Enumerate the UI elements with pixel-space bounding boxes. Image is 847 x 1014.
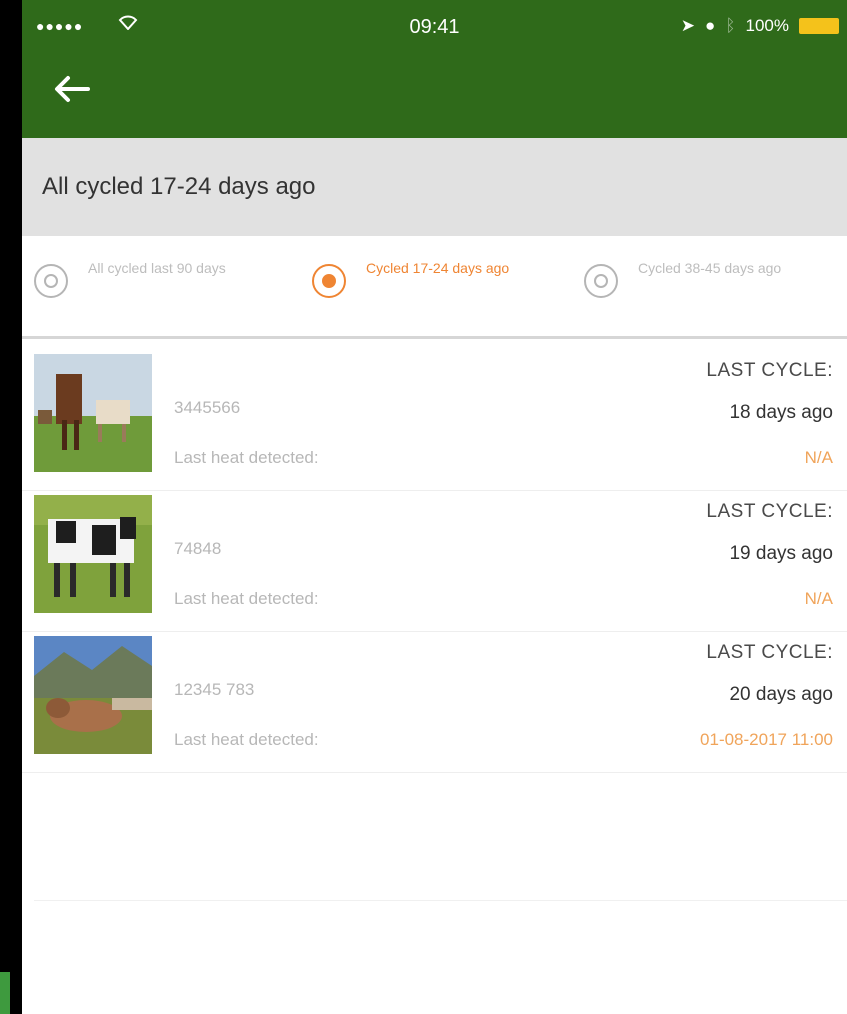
last-heat-label: Last heat detected:: [174, 730, 319, 749]
last-heat-value: 01-08-2017 11:00: [700, 730, 833, 749]
radio-selected-icon: [312, 264, 346, 298]
last-heat-label: Last heat detected:: [174, 448, 319, 467]
animal-list: 3445566 Last heat detected: LAST CYCLE: …: [22, 350, 847, 773]
last-cycle-value: 18 days ago: [729, 402, 833, 423]
filter-17-24-days[interactable]: Cycled 17-24 days ago: [312, 258, 536, 298]
last-cycle-value: 19 days ago: [729, 543, 833, 564]
radio-icon: [34, 264, 68, 298]
filter-38-45-days[interactable]: Cycled 38-45 days ago: [584, 258, 808, 298]
last-heat-label: Last heat detected:: [174, 589, 319, 608]
last-heat-value: N/A: [804, 589, 833, 608]
animal-tag: 74848: [174, 539, 222, 558]
location-icon: ➤: [680, 16, 696, 35]
animal-tag: 3445566: [174, 398, 241, 417]
filter-all-90-days[interactable]: All cycled last 90 days: [34, 258, 258, 298]
last-cycle-label: LAST CYCLE:: [706, 360, 833, 381]
filter-options: All cycled last 90 days Cycled 17-24 day…: [22, 236, 847, 339]
animal-row[interactable]: 74848 Last heat detected: LAST CYCLE: 19…: [22, 491, 847, 632]
app-screen: ●●●●● 09:41 ➤ ● ᛒ 100% All cycled 17-24 …: [22, 0, 847, 1014]
filter-label: Cycled 17-24 days ago: [366, 260, 510, 276]
radio-icon: [584, 264, 618, 298]
animal-tag: 12345 783: [174, 680, 255, 699]
filter-label: All cycled last 90 days: [88, 260, 226, 276]
battery-icon: [799, 18, 839, 34]
app-header: ●●●●● 09:41 ➤ ● ᛒ 100%: [22, 0, 847, 138]
side-tab: [0, 972, 10, 1014]
status-right: ➤ ● ᛒ 100%: [681, 16, 839, 36]
alarm-icon: ●: [705, 16, 716, 35]
device-bezel: [0, 0, 22, 1014]
animal-photo: [34, 495, 152, 613]
animal-row[interactable]: 3445566 Last heat detected: LAST CYCLE: …: [22, 350, 847, 491]
animal-photo: [34, 354, 152, 472]
filter-label: Cycled 38-45 days ago: [638, 260, 782, 276]
battery-percent: 100%: [745, 16, 789, 35]
last-cycle-value: 20 days ago: [729, 684, 833, 705]
last-heat-value: N/A: [804, 448, 833, 467]
bluetooth-icon: ᛒ: [725, 16, 736, 35]
section-title-bar: All cycled 17-24 days ago: [22, 138, 847, 236]
list-divider: [34, 900, 847, 901]
animal-row[interactable]: 12345 783 Last heat detected: LAST CYCLE…: [22, 632, 847, 773]
last-cycle-label: LAST CYCLE:: [706, 501, 833, 522]
arrow-left-icon: [55, 76, 90, 102]
animal-photo: [34, 636, 152, 754]
section-title: All cycled 17-24 days ago: [42, 173, 316, 200]
back-button[interactable]: [52, 70, 102, 114]
last-cycle-label: LAST CYCLE:: [706, 642, 833, 663]
status-bar: ●●●●● 09:41 ➤ ● ᛒ 100%: [22, 0, 847, 58]
